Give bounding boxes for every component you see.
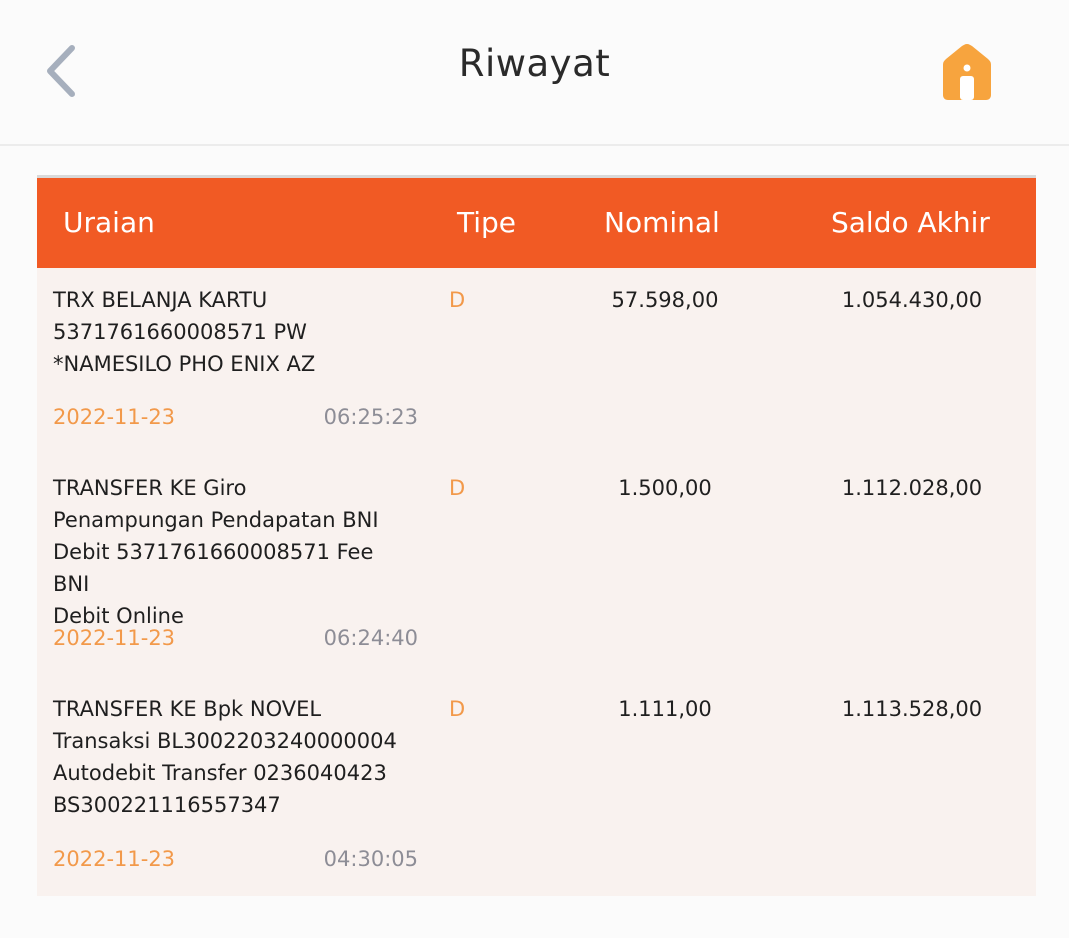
transaction-table: Uraian Tipe Nominal Saldo Akhir TRX BELA… [37,175,1036,896]
description-line: Autodebit Transfer 0236040423 [53,761,387,785]
description-line: 5371761660008571 PW [53,320,307,344]
ending-balance: 1.112.028,00 [841,476,983,500]
table-row[interactable]: TRANSFER KE Giro Penampungan Pendapatan … [37,457,1036,678]
ending-balance: 1.054.430,00 [841,288,983,312]
transaction-time: 06:24:40 [323,626,418,650]
table-row[interactable]: TRX BELANJA KARTU 5371761660008571 PW *N… [37,268,1036,457]
app-header: Riwayat [0,0,1069,146]
transaction-type: D [449,476,466,500]
home-button[interactable] [940,42,994,102]
column-header-nominal: Nominal [604,206,720,239]
transaction-type: D [449,697,466,721]
column-header-saldo-akhir: Saldo Akhir [831,206,990,239]
transaction-type: D [449,288,466,312]
page-title: Riwayat [458,42,611,85]
description-line: Debit 5371761660008571 Fee BNI [53,540,374,596]
column-header-tipe: Tipe [457,206,517,239]
transaction-amount: 57.598,00 [611,288,719,312]
description-line: *NAMESILO PHO ENIX AZ [53,352,316,376]
description-line: Transaksi BL3002203240000004 [53,729,397,753]
home-icon [943,44,991,100]
transaction-date: 2022-11-23 [53,847,176,871]
transaction-amount: 1.500,00 [618,476,712,500]
column-header-uraian: Uraian [63,206,155,239]
transaction-description: TRX BELANJA KARTU 5371761660008571 PW *N… [53,284,413,380]
description-line: BS300221116557347 [53,793,281,817]
transaction-amount: 1.111,00 [618,697,712,721]
transaction-date: 2022-11-23 [53,405,176,429]
ending-balance: 1.113.528,00 [841,697,983,721]
transaction-date: 2022-11-23 [53,626,176,650]
table-row[interactable]: TRANSFER KE Bpk NOVEL Transaksi BL300220… [37,678,1036,896]
transaction-time: 06:25:23 [323,405,418,429]
description-line: Penampungan Pendapatan BNI [53,508,379,532]
transaction-description: TRANSFER KE Giro Penampungan Pendapatan … [53,472,413,632]
description-line: TRANSFER KE Bpk NOVEL [53,697,322,721]
transaction-description: TRANSFER KE Bpk NOVEL Transaksi BL300220… [53,693,413,821]
transaction-time: 04:30:05 [323,847,418,871]
table-header: Uraian Tipe Nominal Saldo Akhir [37,175,1036,268]
description-line: TRANSFER KE Giro [53,476,247,500]
description-line: TRX BELANJA KARTU [53,288,268,312]
